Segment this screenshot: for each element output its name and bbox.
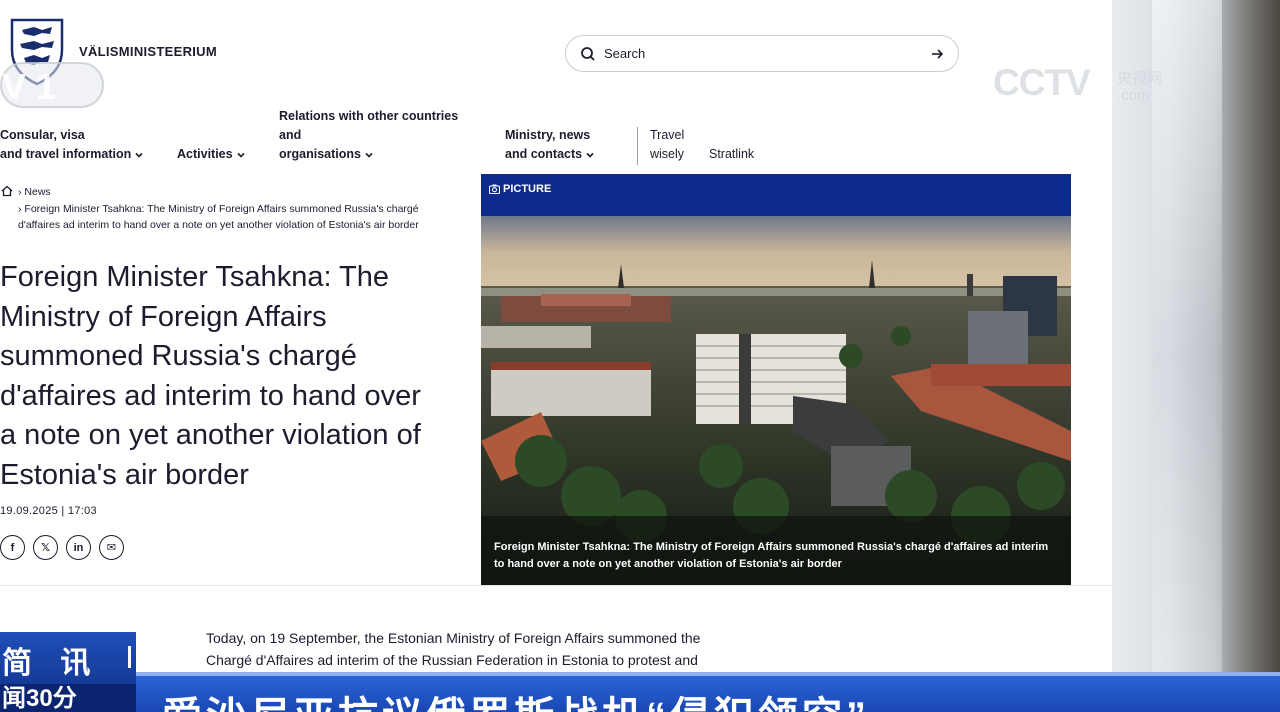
channel-watermark: V 1 <box>0 62 104 108</box>
home-icon[interactable] <box>1 185 13 197</box>
linkedin-share-icon[interactable]: in <box>66 535 91 560</box>
nav-label: Consular, visa <box>0 128 85 142</box>
cctv-logo: CCTV <box>993 62 1091 103</box>
left-mark-text: V 1 <box>2 66 56 107</box>
nav-label: and <box>279 128 302 142</box>
site-name[interactable]: VÄLISMINISTEERIUM <box>79 44 217 59</box>
search-input[interactable]: Search <box>565 35 959 72</box>
body-line: Chargé d'Affaires ad interim of the Russ… <box>206 652 698 668</box>
nav-label: Activities <box>177 147 233 161</box>
mfa-webpage: VÄLISMINISTEERIUM Search Consular, visa … <box>0 0 1112 712</box>
chevron-down-icon <box>365 152 373 158</box>
breadcrumb-current-line1: Foreign Minister Tsahkna: The Ministry o… <box>24 203 419 215</box>
title-line: a note on yet another violation of <box>0 419 421 451</box>
picture-label: PICTURE <box>503 183 552 195</box>
title-line: Foreign Minister Tsahkna: The <box>0 261 390 293</box>
breadcrumb-current: › Foreign Minister Tsahkna: The Ministry… <box>18 203 419 215</box>
ticker-tag: 简 讯 闻30分 <box>0 632 136 712</box>
nav-label: and travel information <box>0 147 132 161</box>
arrow-right-icon[interactable] <box>930 47 944 61</box>
body-line: Today, on 19 September, the Estonian Min… <box>206 630 701 646</box>
nav-label: wisely <box>650 147 685 161</box>
cctv-cn-line: 央视网 <box>1117 70 1163 87</box>
nav-relations[interactable]: Relations with other countries and organ… <box>279 107 458 164</box>
nav-divider <box>637 127 638 165</box>
nav-label: Ministry, news <box>505 128 591 142</box>
nav-activities[interactable]: Activities <box>177 145 246 164</box>
nav-label: organisations <box>279 147 361 161</box>
search-icon <box>581 46 595 61</box>
tallinn-aerial-photo <box>481 216 1071 586</box>
breadcrumb-current-line2: d'affaires ad interim to hand over a not… <box>18 219 419 231</box>
cctv-cn-label: 央视网 .com <box>1117 70 1162 104</box>
ticker-headline-bar: 爱沙尼亚抗议俄罗斯战机“侵犯领空” <box>136 676 1280 712</box>
nav-stratlink[interactable]: Stratlink <box>709 145 754 164</box>
page-title: Foreign Minister Tsahkna: The Ministry o… <box>0 258 475 495</box>
title-line: summoned Russia's chargé <box>0 340 357 372</box>
nav-label: and contacts <box>505 147 583 161</box>
breadcrumb-label: News <box>24 186 51 198</box>
x-share-icon[interactable]: 𝕏 <box>33 535 58 560</box>
ticker-program: 闻30分 <box>0 684 136 712</box>
facebook-share-icon[interactable]: f <box>0 535 25 560</box>
title-line: d'affaires ad interim to hand over <box>0 379 421 412</box>
nav-ministry-news[interactable]: Ministry, news and contacts <box>505 126 595 164</box>
chevron-down-icon <box>237 152 245 158</box>
article-picture[interactable]: PICTURE Foreign Minister Tsahkna: The Mi… <box>481 174 1071 586</box>
ticker-tag-label: 简 讯 <box>2 647 101 680</box>
picture-header: PICTURE <box>481 174 1071 216</box>
background-blur <box>1112 0 1280 712</box>
nav-label: Travel <box>650 128 685 142</box>
email-share-icon[interactable]: ✉ <box>99 535 124 560</box>
nav-travel-wisely[interactable]: Travel wisely <box>650 126 684 164</box>
nav-label: Relations with other countries <box>279 109 459 123</box>
article-body: Today, on 19 September, the Estonian Min… <box>206 627 766 671</box>
ticker-headline: 爱沙尼亚抗议俄罗斯战机“侵犯领空” <box>162 684 870 712</box>
cctv-cn-line: .com <box>1117 87 1150 104</box>
title-line: Estonia's air border <box>0 458 249 491</box>
search-placeholder: Search <box>604 46 646 61</box>
title-line: Ministry of Foreign Affairs <box>0 300 327 333</box>
chevron-down-icon <box>135 152 143 158</box>
nav-consular-visa-travel[interactable]: Consular, visa and travel information <box>0 126 144 164</box>
ticker-divider <box>128 646 131 668</box>
camera-icon <box>489 184 500 194</box>
chevron-down-icon <box>586 152 594 158</box>
breadcrumb-news[interactable]: › News <box>18 184 51 200</box>
picture-caption: Foreign Minister Tsahkna: The Ministry o… <box>494 541 1049 570</box>
section-divider <box>0 585 1112 586</box>
publish-date: 19.09.2025 | 17:03 <box>0 505 97 517</box>
